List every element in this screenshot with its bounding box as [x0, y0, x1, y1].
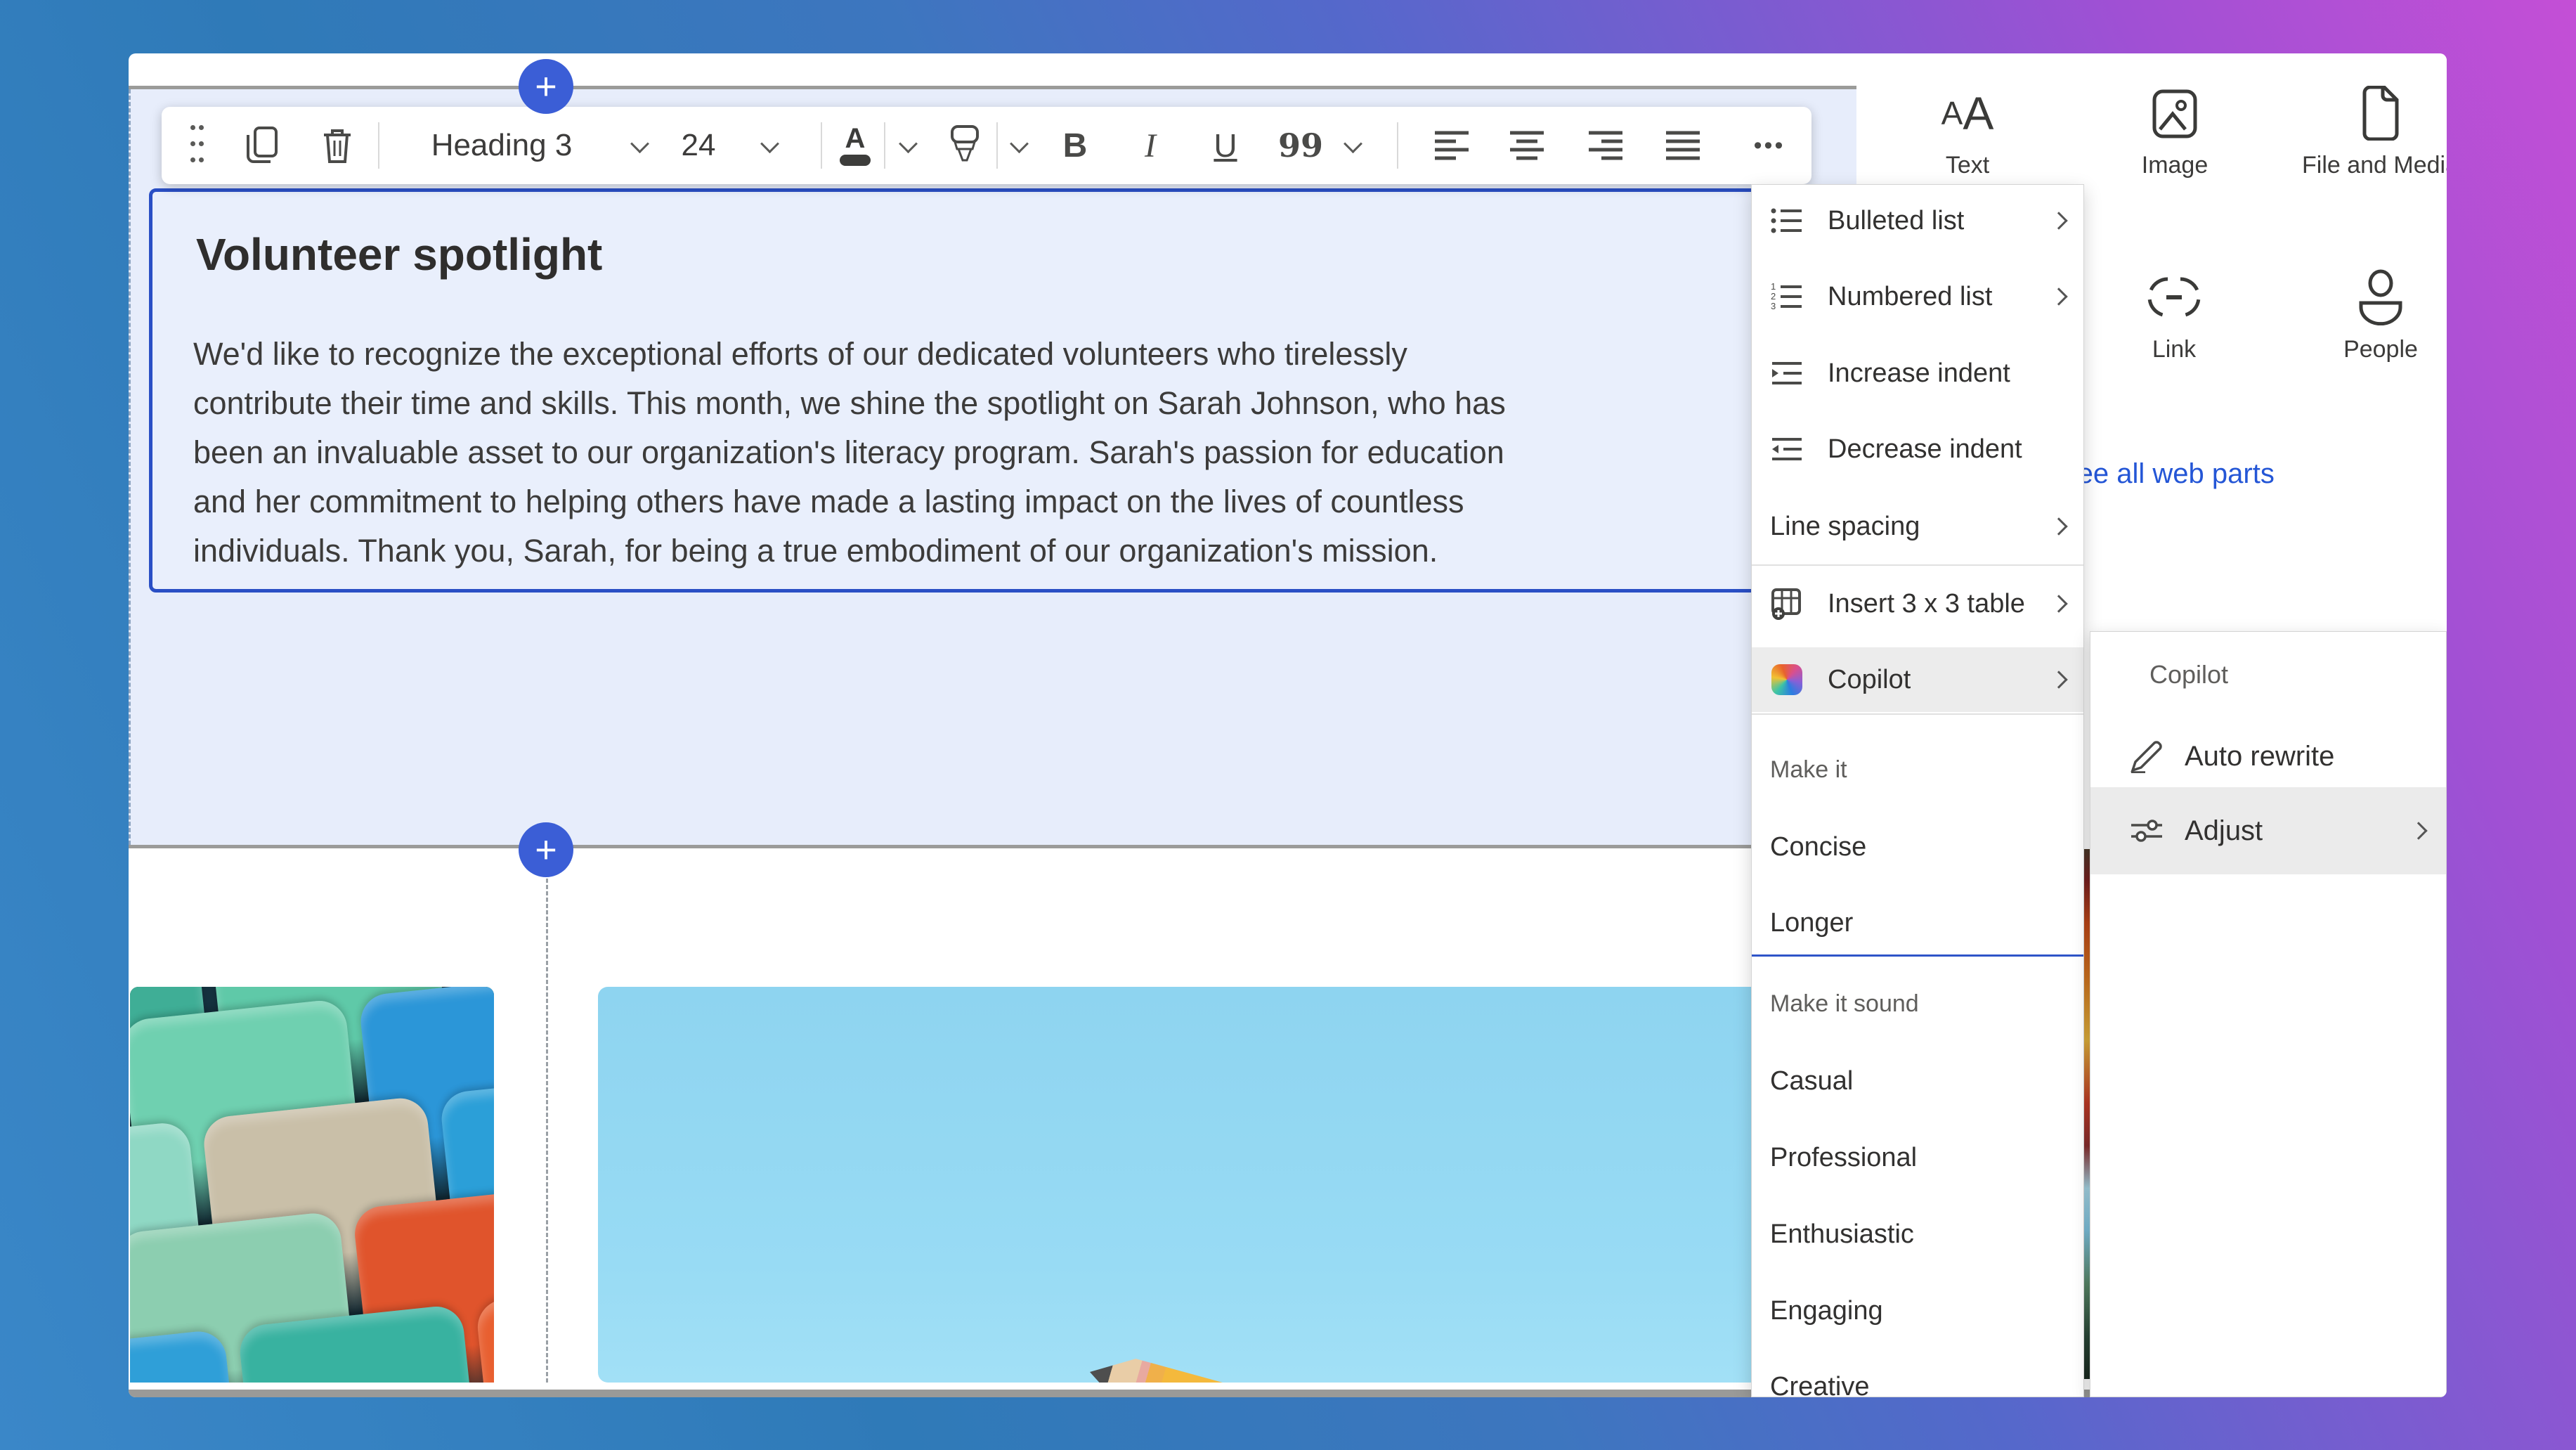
- text-context-menu: Bulleted list 123 Numbered list Increase…: [1751, 184, 2084, 1397]
- auto-rewrite-pencil-icon: [2130, 739, 2164, 773]
- menu-group-header-make-it: Make it: [1752, 749, 2083, 791]
- duplicate-button[interactable]: [240, 107, 285, 184]
- numbered-list-icon: 123: [1770, 280, 1804, 313]
- desktop-background: Volunteer spotlight We'd like to recogni…: [0, 0, 2576, 1450]
- menu-option-creative[interactable]: Creative: [1752, 1354, 2083, 1397]
- blockquote-button[interactable]: 99: [1278, 107, 1323, 184]
- chevron-right-icon: [2050, 517, 2067, 535]
- image-webpart-chairs[interactable]: [130, 987, 494, 1383]
- link-webpart-icon: [2097, 266, 2251, 329]
- chairs-photo: [130, 987, 494, 1383]
- text-webpart-icon: AA: [1890, 82, 2045, 145]
- copilot-submenu: Copilot Auto rewrite Adjust: [2090, 631, 2447, 1397]
- submenu-item-adjust[interactable]: Adjust: [2090, 787, 2446, 874]
- justify-button[interactable]: [1660, 107, 1705, 184]
- copilot-submenu-header: Copilot: [2149, 660, 2228, 690]
- column-divider-dashed: [546, 879, 548, 1383]
- menu-divider: [1752, 713, 2083, 715]
- menu-divider-blue: [1752, 954, 2083, 957]
- file-webpart-icon: [2302, 82, 2447, 145]
- webpart-file-and-media[interactable]: File and Media: [2302, 82, 2447, 179]
- align-left-button[interactable]: [1429, 107, 1474, 184]
- italic-button[interactable]: I: [1128, 107, 1173, 184]
- chevron-right-icon: [2050, 212, 2067, 229]
- text-webpart-editor[interactable]: Volunteer spotlight We'd like to recogni…: [149, 188, 1826, 593]
- article-heading[interactable]: Volunteer spotlight: [196, 228, 602, 280]
- pencil-graphic: [1081, 1343, 1530, 1383]
- more-options-button[interactable]: •••: [1741, 107, 1797, 184]
- toolbar-divider: [821, 122, 822, 169]
- menu-option-engaging[interactable]: Engaging: [1752, 1279, 2083, 1343]
- menu-option-longer[interactable]: Longer: [1752, 891, 2083, 955]
- font-color-button[interactable]: A: [831, 107, 880, 184]
- font-size-dropdown[interactable]: 24: [670, 107, 727, 184]
- see-all-web-parts-link[interactable]: See all web parts: [2059, 458, 2275, 490]
- submenu-item-auto-rewrite[interactable]: Auto rewrite: [2090, 724, 2446, 789]
- chevron-right-icon: [2050, 671, 2067, 688]
- drag-handle-icon[interactable]: [176, 107, 215, 184]
- text-formatting-toolbar: Heading 3 24 A B I U 99: [162, 107, 1811, 184]
- menu-item-increase-indent[interactable]: Increase indent: [1752, 341, 2083, 406]
- people-webpart-icon: [2303, 266, 2447, 329]
- text-style-dropdown[interactable]: Heading 3: [403, 107, 600, 184]
- decrease-indent-icon: [1770, 432, 1804, 466]
- toolbar-divider: [884, 122, 885, 169]
- align-right-button[interactable]: [1583, 107, 1628, 184]
- menu-group-header-make-it-sound: Make it sound: [1752, 983, 2083, 1025]
- chevron-right-icon: [2050, 595, 2067, 612]
- menu-item-insert-table[interactable]: Insert 3 x 3 table: [1752, 571, 2083, 636]
- article-paragraph[interactable]: We'd like to recognize the exceptional e…: [193, 330, 1506, 576]
- menu-option-casual[interactable]: Casual: [1752, 1049, 2083, 1113]
- font-size-value: 24: [682, 128, 716, 163]
- paragraph-line: contribute their time and skills. This m…: [193, 379, 1506, 428]
- chevron-right-icon: [2050, 287, 2067, 305]
- highlight-button[interactable]: [940, 107, 989, 184]
- bulleted-list-icon: [1770, 204, 1804, 238]
- underline-button[interactable]: U: [1203, 107, 1248, 184]
- paragraph-line: and her commitment to helping others hav…: [193, 477, 1506, 526]
- text-style-value: Heading 3: [431, 128, 573, 163]
- text-style-chevron-icon[interactable]: [625, 107, 653, 184]
- webpart-image[interactable]: Image: [2097, 82, 2252, 179]
- image-webpart-pencil-sky[interactable]: [598, 987, 1856, 1383]
- quote-chevron-icon[interactable]: [1337, 107, 1368, 184]
- svg-text:2: 2: [1771, 291, 1776, 302]
- menu-option-concise[interactable]: Concise: [1752, 815, 2083, 879]
- image-webpart-icon: [2097, 82, 2252, 145]
- align-center-button[interactable]: [1504, 107, 1549, 184]
- insert-table-icon: [1770, 587, 1804, 621]
- paragraph-line: individuals. Thank you, Sarah, for being…: [193, 526, 1506, 576]
- menu-option-enthusiastic[interactable]: Enthusiastic: [1752, 1202, 2083, 1267]
- section-divider-bottom: [129, 845, 1856, 848]
- menu-item-copilot[interactable]: Copilot: [1752, 647, 2083, 712]
- font-color-chevron-icon[interactable]: [892, 107, 923, 184]
- toolbar-divider: [1397, 122, 1398, 169]
- adjust-sliders-icon: [2130, 814, 2164, 848]
- menu-option-professional[interactable]: Professional: [1752, 1125, 2083, 1190]
- chevron-right-icon: [2409, 822, 2427, 839]
- add-section-button-middle[interactable]: +: [519, 822, 573, 877]
- bold-button[interactable]: B: [1053, 107, 1098, 184]
- toolbar-divider: [378, 122, 379, 169]
- delete-button[interactable]: [315, 107, 360, 184]
- webpart-link[interactable]: Link: [2097, 266, 2251, 363]
- hidden-image-sliver: [2084, 849, 2090, 1379]
- webpart-people[interactable]: People: [2303, 266, 2447, 363]
- paragraph-line: We'd like to recognize the exceptional e…: [193, 330, 1506, 379]
- svg-text:3: 3: [1771, 301, 1776, 311]
- menu-item-line-spacing[interactable]: Line spacing: [1752, 494, 2083, 559]
- sharepoint-editor-window: Volunteer spotlight We'd like to recogni…: [129, 53, 2447, 1397]
- font-size-chevron-icon[interactable]: [755, 107, 783, 184]
- webpart-text[interactable]: AA Text: [1890, 82, 2045, 179]
- menu-item-bulleted-list[interactable]: Bulleted list: [1752, 188, 2083, 253]
- menu-divider: [1752, 564, 2083, 566]
- copilot-icon: [1770, 663, 1804, 697]
- paragraph-line: been an invaluable asset to our organiza…: [193, 428, 1506, 477]
- menu-item-decrease-indent[interactable]: Decrease indent: [1752, 417, 2083, 481]
- add-section-button-top[interactable]: +: [519, 59, 573, 114]
- increase-indent-icon: [1770, 356, 1804, 390]
- highlight-chevron-icon[interactable]: [1003, 107, 1034, 184]
- menu-item-numbered-list[interactable]: 123 Numbered list: [1752, 264, 2083, 329]
- toolbar-divider: [996, 122, 998, 169]
